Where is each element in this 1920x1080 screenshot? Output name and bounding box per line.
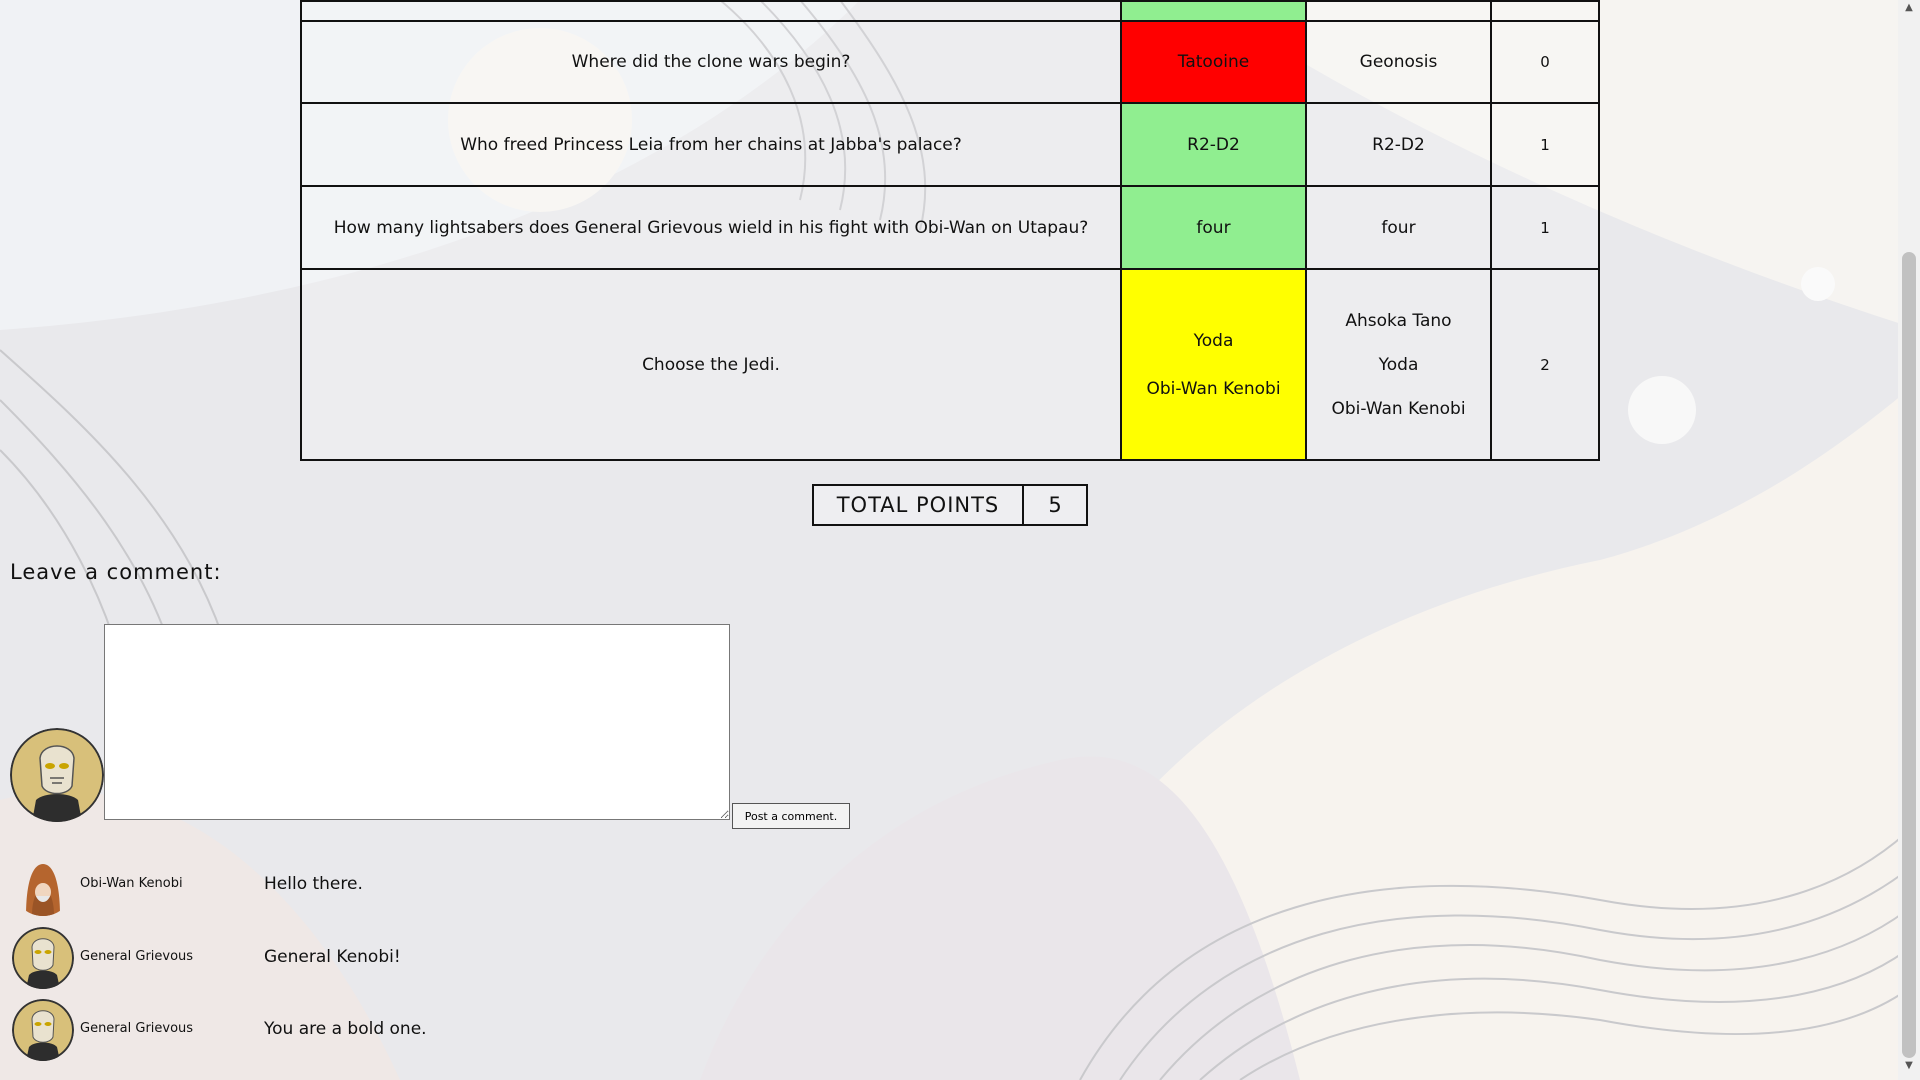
given-answer-cell: Tatooine: [1120, 20, 1307, 104]
general-grievous-avatar-icon: [12, 927, 74, 989]
correct-answer-cell: R2-D2: [1305, 102, 1492, 187]
correct-answer-item: Obi-Wan Kenobi: [1331, 398, 1466, 419]
correct-answer-item: Yoda: [1378, 354, 1419, 375]
points-cell: 2: [1490, 268, 1600, 461]
points-cell: 1: [1490, 185, 1600, 270]
points-cell: 1: [1490, 102, 1600, 187]
general-grievous-avatar-icon: [12, 999, 74, 1061]
given-answer-cell: R2-D2: [1120, 102, 1307, 187]
given-answer-item: Yoda: [1193, 330, 1234, 351]
scroll-down-arrow-icon[interactable]: ▼: [1898, 1060, 1920, 1078]
table-row: [300, 0, 1600, 22]
question-cell: [300, 0, 1122, 22]
question-cell: How many lightsabers does General Grievo…: [300, 185, 1122, 270]
comment-author: Obi-Wan Kenobi: [80, 876, 183, 891]
comment-author: General Grievous: [80, 949, 194, 964]
given-answer-cell: Yoda Obi-Wan Kenobi: [1120, 268, 1307, 461]
comment-text: General Kenobi!: [264, 947, 401, 967]
given-answer-cell: four: [1120, 185, 1307, 270]
total-points-value: 5: [1048, 493, 1062, 517]
comment-item: General Grievous General Kenobi!: [12, 927, 812, 989]
comment-item: General Grievous You are a bold one.: [12, 999, 812, 1061]
correct-answer-cell: Geonosis: [1305, 20, 1492, 104]
table-row: Who freed Princess Leia from her chains …: [300, 102, 1600, 187]
obi-wan-avatar-icon: [26, 864, 60, 916]
comment-avatar: [12, 927, 74, 989]
points-cell: 0: [1490, 20, 1600, 104]
comment-text: You are a bold one.: [264, 1019, 427, 1039]
table-row: Choose the Jedi. Yoda Obi-Wan Kenobi Ahs…: [300, 268, 1600, 461]
question-cell: Choose the Jedi.: [300, 268, 1122, 461]
given-answer-item: Obi-Wan Kenobi: [1146, 378, 1281, 399]
quiz-results-page: Where did the clone wars begin? Tatooine…: [0, 0, 1898, 1080]
comment-text: Hello there.: [264, 874, 363, 894]
post-comment-button[interactable]: Post a comment.: [732, 803, 850, 829]
correct-answer-cell: Ahsoka Tano Yoda Obi-Wan Kenobi: [1305, 268, 1492, 461]
scrollbar-thumb[interactable]: [1902, 252, 1916, 1058]
results-table: Where did the clone wars begin? Tatooine…: [300, 0, 1600, 461]
current-user-avatar: [10, 728, 104, 822]
vertical-scrollbar[interactable]: ▲ ▼: [1898, 0, 1920, 1080]
comment-author: General Grievous: [80, 1021, 194, 1036]
table-row: How many lightsabers does General Grievo…: [300, 185, 1600, 270]
question-cell: Who freed Princess Leia from her chains …: [300, 102, 1122, 187]
comment-avatar: [12, 854, 74, 916]
total-points-label: TOTAL POINTS: [814, 486, 1024, 524]
points-cell: [1490, 0, 1600, 22]
table-row: Where did the clone wars begin? Tatooine…: [300, 20, 1600, 104]
correct-answer-item: Ahsoka Tano: [1345, 310, 1452, 331]
comment-input[interactable]: [104, 624, 730, 820]
general-grievous-avatar-icon: [10, 728, 104, 822]
total-points-box: TOTAL POINTS 5: [812, 484, 1088, 526]
comment-avatar: [12, 999, 74, 1061]
given-answer-cell: [1120, 0, 1307, 22]
correct-answer-cell: [1305, 0, 1492, 22]
question-cell: Where did the clone wars begin?: [300, 20, 1122, 104]
comment-heading: Leave a comment:: [10, 560, 222, 584]
comment-item: Obi-Wan Kenobi Hello there.: [12, 854, 812, 916]
correct-answer-cell: four: [1305, 185, 1492, 270]
scroll-up-arrow-icon[interactable]: ▲: [1898, 2, 1920, 20]
